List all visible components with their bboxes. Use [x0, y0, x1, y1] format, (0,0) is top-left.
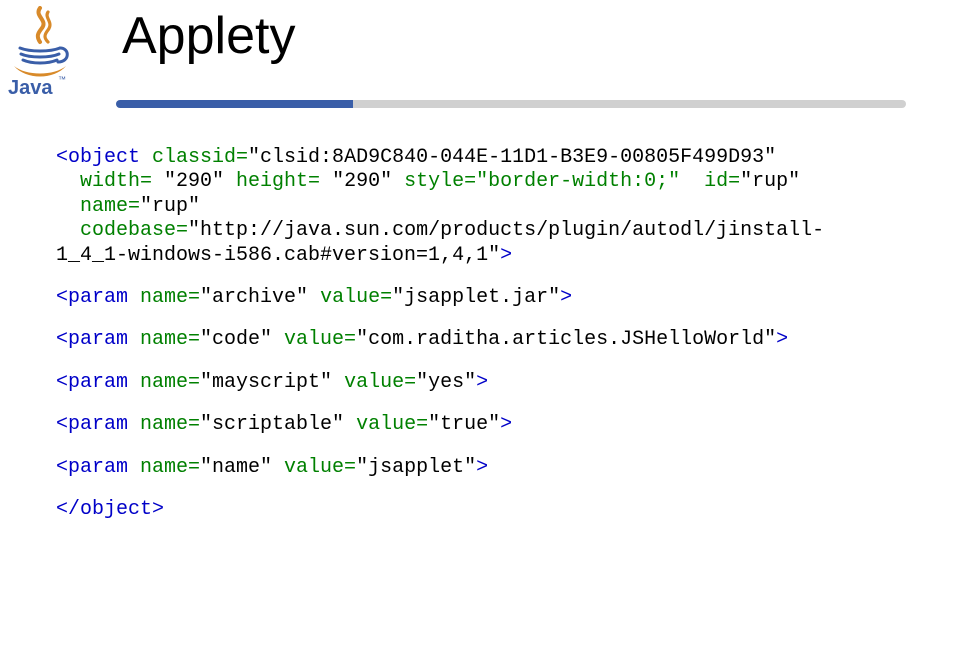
- val-p4-value: "true": [428, 413, 500, 436]
- attr-p3-value: value=: [332, 371, 416, 394]
- attr-p5-value: value=: [272, 456, 356, 479]
- val-width: "290": [164, 170, 224, 193]
- attr-p4-value: value=: [344, 413, 428, 436]
- tag-object-close-bracket: >: [500, 244, 512, 267]
- page-title: Applety: [122, 6, 295, 66]
- attr-style-id: style="border-width:0;" id=: [392, 170, 740, 193]
- val-p3-value: "yes": [416, 371, 476, 394]
- attr-classid: classid=: [140, 146, 248, 169]
- title-underline: [116, 100, 906, 108]
- java-logo-icon: Java ™: [6, 6, 74, 98]
- tag-param3: <param: [56, 371, 128, 394]
- code-block: <object classid="clsid:8AD9C840-044E-11D…: [56, 146, 922, 522]
- tag-object-open: <object: [56, 146, 140, 169]
- attr-p4-name: name=: [128, 413, 200, 436]
- slide: Java ™ Applety <object classid="clsid:8A…: [0, 0, 960, 652]
- attr-p3-name: name=: [128, 371, 200, 394]
- val-classid: "clsid:8AD9C840-044E-11D1-B3E9-00805F499…: [248, 146, 776, 169]
- java-logo-tm: ™: [58, 75, 66, 84]
- val-p4-name: "scriptable": [200, 413, 344, 436]
- tag-param1: <param: [56, 286, 128, 309]
- attr-p1-value: value=: [308, 286, 392, 309]
- tag-p2-close: >: [776, 328, 788, 351]
- tag-p4-close: >: [500, 413, 512, 436]
- val-p1-name: "archive": [200, 286, 308, 309]
- tag-param4: <param: [56, 413, 128, 436]
- val-height: "290": [332, 170, 392, 193]
- val-p2-name: "code": [200, 328, 272, 351]
- val-p5-name: "name": [200, 456, 272, 479]
- attr-p2-name: name=: [128, 328, 200, 351]
- attr-p1-name: name=: [128, 286, 200, 309]
- val-id: "rup": [740, 170, 800, 193]
- tag-param2: <param: [56, 328, 128, 351]
- tag-p1-close: >: [560, 286, 572, 309]
- attr-name: name=: [56, 195, 140, 218]
- val-name: "rup": [140, 195, 200, 218]
- val-p3-name: "mayscript": [200, 371, 332, 394]
- attr-codebase: codebase=: [56, 219, 188, 242]
- tag-p3-close: >: [476, 371, 488, 394]
- attr-p2-value: value=: [272, 328, 356, 351]
- attr-height: height=: [224, 170, 332, 193]
- val-p2-value: "com.raditha.articles.JSHelloWorld": [356, 328, 776, 351]
- tag-param5: <param: [56, 456, 128, 479]
- attr-p5-name: name=: [128, 456, 200, 479]
- tag-p5-close: >: [476, 456, 488, 479]
- attr-width: width=: [56, 170, 164, 193]
- tag-object-end: </object>: [56, 498, 164, 521]
- val-p5-value: "jsapplet": [356, 456, 476, 479]
- val-p1-value: "jsapplet.jar": [392, 286, 560, 309]
- val-codebase-line1: "http://java.sun.com/products/plugin/aut…: [188, 219, 824, 242]
- java-logo-text: Java: [8, 77, 53, 98]
- val-codebase-line2: 1_4_1-windows-i586.cab#version=1,4,1": [56, 244, 500, 267]
